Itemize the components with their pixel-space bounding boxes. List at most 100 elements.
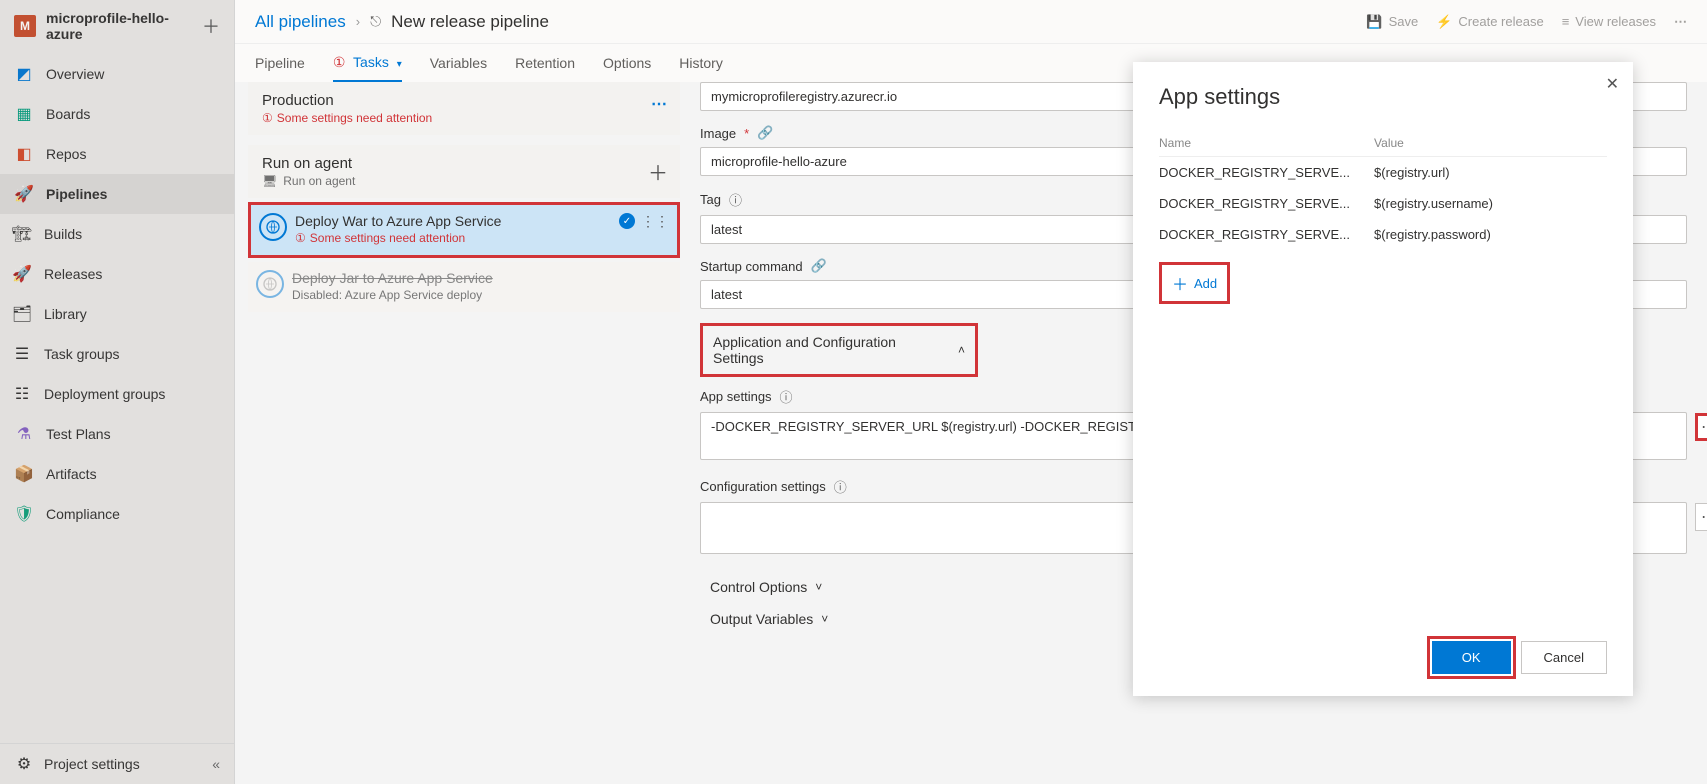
- sidebar-item-releases[interactable]: 🚀 Releases: [0, 254, 234, 294]
- breadcrumb-allpipelines[interactable]: All pipelines: [255, 12, 346, 32]
- azure-appservice-icon: [259, 213, 287, 241]
- task-warning-text: Some settings need attention: [310, 231, 465, 245]
- compliance-icon: 🛡: [14, 504, 34, 524]
- task-subtitle: Disabled: Azure App Service deploy: [292, 288, 670, 302]
- server-icon: 🖥: [262, 174, 277, 188]
- sidebar-item-label: Deployment groups: [44, 386, 165, 402]
- tab-variables[interactable]: Variables: [430, 46, 487, 80]
- check-icon: ✓: [619, 213, 635, 229]
- sidebar-item-repos[interactable]: ◧ Repos: [0, 134, 234, 174]
- overview-icon: ◩: [14, 64, 34, 84]
- project-settings[interactable]: ⚙ Project settings «: [0, 743, 234, 784]
- sidebar-item-label: Repos: [46, 146, 86, 162]
- sidebar-item-compliance[interactable]: 🛡 Compliance: [0, 494, 234, 534]
- setting-value: $(registry.url): [1374, 165, 1607, 180]
- add-project-icon[interactable]: ＋: [202, 13, 220, 39]
- top-header: All pipelines › ⎋ New release pipeline 💾…: [235, 0, 1707, 44]
- project-icon: M: [14, 15, 36, 37]
- section-label: Application and Configuration Settings: [713, 334, 950, 366]
- tab-pipeline[interactable]: Pipeline: [255, 46, 305, 80]
- sidebar-item-label: Artifacts: [46, 466, 97, 482]
- azure-appservice-icon: [256, 270, 284, 298]
- sidebar-item-label: Compliance: [46, 506, 120, 522]
- ok-button[interactable]: OK: [1432, 641, 1511, 674]
- deploymentgroups-icon: ☷: [12, 384, 32, 404]
- appsettings-edit-button[interactable]: ⋯: [1695, 413, 1707, 441]
- table-row[interactable]: DOCKER_REGISTRY_SERVE... $(registry.user…: [1159, 188, 1607, 219]
- image-label-text: Image: [700, 126, 736, 141]
- testplans-icon: ⚗: [14, 424, 34, 444]
- sidebar-item-library[interactable]: 🗂 Library: [0, 294, 234, 334]
- more-icon[interactable]: ⋯: [1674, 14, 1687, 30]
- task-deploy-jar[interactable]: Deploy Jar to Azure App Service Disabled…: [248, 262, 680, 312]
- startup-label-text: Startup command: [700, 259, 803, 274]
- pipelines-icon: 🚀: [14, 184, 34, 204]
- stage-header[interactable]: Production ① Some settings need attentio…: [248, 82, 680, 135]
- taskgroups-icon: ☰: [12, 344, 32, 364]
- sidebar-item-boards[interactable]: ▦ Boards: [0, 94, 234, 134]
- info-icon[interactable]: ⓘ: [780, 387, 793, 406]
- page-title: New release pipeline: [391, 12, 549, 32]
- tab-tasks[interactable]: ① Tasks ▾: [333, 45, 402, 82]
- save-label: Save: [1389, 14, 1419, 29]
- setting-name: DOCKER_REGISTRY_SERVE...: [1159, 196, 1374, 211]
- appsettings-label-text: App settings: [700, 389, 772, 404]
- tab-options[interactable]: Options: [603, 46, 651, 80]
- sidebar-item-artifacts[interactable]: 📦 Artifacts: [0, 454, 234, 494]
- sidebar-item-pipelines[interactable]: 🚀 Pipelines: [0, 174, 234, 214]
- sidebar-item-builds[interactable]: 🏗 Builds: [0, 214, 234, 254]
- tab-retention[interactable]: Retention: [515, 46, 575, 80]
- view-icon: ≡: [1562, 14, 1570, 29]
- breadcrumb-separator: ›: [356, 14, 360, 29]
- tab-history[interactable]: History: [679, 46, 723, 80]
- table-row[interactable]: DOCKER_REGISTRY_SERVE... $(registry.url): [1159, 157, 1607, 188]
- info-icon[interactable]: ⓘ: [729, 190, 742, 209]
- create-release-button[interactable]: ⚡ Create release: [1436, 14, 1543, 30]
- drag-icon[interactable]: ⋮⋮: [641, 214, 669, 228]
- boards-icon: ▦: [14, 104, 34, 124]
- create-label: Create release: [1458, 14, 1543, 29]
- close-icon[interactable]: ✕: [1606, 74, 1619, 94]
- agent-job[interactable]: Run on agent 🖥 Run on agent ＋: [248, 145, 680, 198]
- task-badges: ✓ ⋮⋮: [619, 213, 669, 229]
- chevron-down-icon[interactable]: ▾: [397, 59, 402, 70]
- agent-sub-text: Run on agent: [283, 174, 355, 188]
- view-releases-button[interactable]: ≡ View releases: [1562, 14, 1656, 29]
- configsettings-label-text: Configuration settings: [700, 479, 826, 494]
- stage-more-icon[interactable]: ⋯: [651, 94, 668, 114]
- link-icon[interactable]: 🔗: [811, 258, 827, 274]
- agent-title: Run on agent: [262, 155, 666, 172]
- add-label: Add: [1194, 276, 1217, 291]
- nav-list: ◩ Overview ▦ Boards ◧ Repos 🚀 Pipelines …: [0, 52, 234, 743]
- section-app-config[interactable]: Application and Configuration Settings ˄: [700, 323, 978, 377]
- task-deploy-war[interactable]: Deploy War to Azure App Service ① Some s…: [248, 202, 680, 258]
- table-row[interactable]: DOCKER_REGISTRY_SERVE... $(registry.pass…: [1159, 219, 1607, 250]
- sidebar-item-testplans[interactable]: ⚗ Test Plans: [0, 414, 234, 454]
- settings-table: Name Value DOCKER_REGISTRY_SERVE... $(re…: [1159, 130, 1607, 250]
- warning-icon: ①: [262, 111, 273, 125]
- save-button[interactable]: 💾 Save: [1366, 14, 1418, 30]
- configsettings-edit-button[interactable]: ⋯: [1695, 503, 1707, 531]
- column-value: Value: [1374, 136, 1607, 150]
- sidebar-item-label: Boards: [46, 106, 90, 122]
- stage-column: Production ① Some settings need attentio…: [248, 82, 680, 312]
- sidebar-item-taskgroups[interactable]: ☰ Task groups: [0, 334, 234, 374]
- artifacts-icon: 📦: [14, 464, 34, 484]
- modal-title: App settings: [1159, 84, 1607, 110]
- link-icon[interactable]: 🔗: [757, 125, 773, 141]
- task-warning: ① Some settings need attention: [295, 231, 667, 245]
- chevron-left-icon[interactable]: «: [212, 756, 220, 772]
- sidebar-item-label: Library: [44, 306, 87, 322]
- warning-icon: ①: [295, 231, 306, 245]
- project-name[interactable]: microprofile-hello-azure: [46, 10, 192, 42]
- add-task-icon[interactable]: ＋: [648, 157, 668, 186]
- sidebar-item-overview[interactable]: ◩ Overview: [0, 54, 234, 94]
- section-label: Output Variables: [710, 611, 813, 627]
- sidebar-item-label: Task groups: [44, 346, 119, 362]
- repos-icon: ◧: [14, 144, 34, 164]
- add-button[interactable]: ＋ Add: [1159, 262, 1230, 304]
- sidebar-item-deploymentgroups[interactable]: ☷ Deployment groups: [0, 374, 234, 414]
- info-icon[interactable]: ⓘ: [834, 477, 847, 496]
- sidebar-item-label: Test Plans: [46, 426, 111, 442]
- cancel-button[interactable]: Cancel: [1521, 641, 1607, 674]
